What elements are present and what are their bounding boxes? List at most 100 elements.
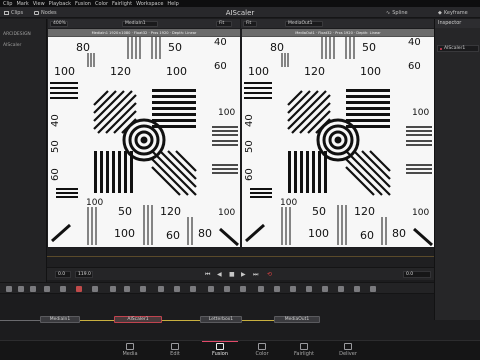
r-label-top-60: 60 [408, 61, 421, 72]
tab-color[interactable]: Color [242, 343, 282, 357]
tool-icon-7[interactable] [92, 286, 98, 292]
app-title: AIScaler [225, 9, 255, 17]
end-time-field[interactable]: 119.0 [75, 271, 93, 278]
tool-icon-9[interactable] [124, 286, 130, 292]
fairlight-page-icon [300, 343, 308, 350]
timeline-ruler[interactable] [47, 248, 434, 267]
tool-icon-11[interactable] [158, 286, 164, 292]
tool-icon-6[interactable] [76, 286, 82, 292]
node-aiscaler[interactable]: AIScaler1 [114, 316, 162, 323]
spline-button[interactable]: ∿ Spline [386, 9, 408, 16]
label-bot-100: 100 [114, 227, 135, 240]
current-time-field[interactable]: 0.0 [55, 271, 71, 278]
tool-icon-4[interactable] [44, 286, 50, 292]
left-viewer-zoom[interactable]: 400% [50, 20, 68, 27]
menu-fairlight[interactable]: Fairlight [112, 1, 132, 7]
right-viewer-name[interactable]: MediaOut1 [285, 20, 323, 27]
tool-icon-19[interactable] [290, 286, 296, 292]
tool-icon-20[interactable] [306, 286, 312, 292]
tool-icon-24[interactable] [370, 286, 376, 292]
node-mediain[interactable]: MediaIn1 [40, 316, 80, 323]
tab-fairlight-label: Fairlight [293, 351, 314, 357]
inspector-tool-tab[interactable]: AIScaler1 [437, 45, 479, 52]
tool-icon-21[interactable] [322, 286, 328, 292]
tool-icon-14[interactable] [208, 286, 214, 292]
tab-fusion-label: Fusion [212, 351, 228, 357]
tool-icon-1[interactable] [6, 286, 12, 292]
tool-icon-23[interactable] [354, 286, 360, 292]
tab-media[interactable]: Media [110, 343, 150, 357]
menu-bar: Clip Mark View Playback Fusion Color Fai… [0, 0, 480, 7]
label-bot-100c: 100 [218, 208, 235, 218]
left-panel-item[interactable]: AIScaler [3, 43, 21, 48]
menu-clip[interactable]: Clip [3, 1, 12, 7]
tool-icon-2[interactable] [18, 286, 24, 292]
r-label-top-50: 50 [362, 41, 376, 54]
tool-icon-15[interactable] [224, 286, 230, 292]
r-label-top-80: 80 [270, 41, 284, 54]
tab-edit[interactable]: Edit [155, 343, 195, 357]
r-label-bot-60: 60 [360, 229, 374, 242]
toolbar: Clips Nodes AIScaler ∿ Spline ◆ Keyframe [0, 7, 480, 18]
right-viewer-zoom[interactable]: Fit [243, 20, 257, 27]
menu-color[interactable]: Color [95, 1, 108, 7]
menu-fusion[interactable]: Fusion [75, 1, 91, 7]
menu-playback[interactable]: Playback [49, 1, 71, 7]
left-viewer[interactable]: 80 100 120 50 100 40 60 40 50 60 100 50 … [48, 37, 240, 247]
go-to-end-icon[interactable]: ⏭ [253, 271, 258, 279]
tool-icon-8[interactable] [110, 286, 116, 292]
tool-icon-10[interactable] [140, 286, 146, 292]
left-panel-header: ARCIDESIGN [3, 32, 31, 37]
r-label-mid-100: 100 [412, 108, 429, 118]
node-link-1 [80, 320, 114, 321]
node-letterbox[interactable]: Letterbox1 [200, 316, 242, 323]
frame-field[interactable]: 0.0 [403, 271, 431, 278]
right-test-chart: 80 100 120 50 100 40 60 40 50 60 100 50 … [242, 37, 434, 247]
tool-icon-17[interactable] [258, 286, 264, 292]
play-icon[interactable]: ▶ [241, 271, 246, 278]
inspector-panel: Inspector AIScaler1 [434, 19, 480, 320]
tab-fusion[interactable]: Fusion [200, 343, 240, 357]
menu-workspace[interactable]: Workspace [136, 1, 163, 7]
tool-icon-3[interactable] [30, 286, 36, 292]
label-top-100a: 100 [54, 65, 75, 78]
label-bot-60: 60 [166, 229, 180, 242]
keyframes-label: Keyframe [443, 9, 468, 16]
tool-icon-16[interactable] [240, 286, 246, 292]
play-reverse-icon[interactable]: ◀ [217, 271, 222, 278]
media-page-icon [126, 343, 134, 350]
menu-mark[interactable]: Mark [16, 1, 28, 7]
label-top-40: 40 [214, 37, 227, 48]
spline-label: Spline [392, 9, 408, 16]
keyframes-icon: ◆ [438, 9, 442, 16]
right-viewer[interactable]: 80 100 120 50 100 40 60 40 50 60 100 50 … [242, 37, 434, 247]
r-label-bot-100b: 100 [280, 198, 297, 208]
tool-icon-22[interactable] [338, 286, 344, 292]
r-label-top-120: 120 [304, 65, 325, 78]
node-link-3 [242, 320, 274, 321]
tab-fairlight[interactable]: Fairlight [284, 343, 324, 357]
r-label-top-100b: 100 [360, 65, 381, 78]
keyframes-button[interactable]: ◆ Keyframe [438, 9, 468, 16]
node-mediaout[interactable]: MediaOut1 [274, 316, 320, 323]
menu-help[interactable]: Help [167, 1, 178, 7]
menu-view[interactable]: View [33, 1, 45, 7]
tool-color-dot-icon [440, 47, 442, 50]
label-mid-100: 100 [218, 108, 235, 118]
loop-icon[interactable]: ⟲ [267, 271, 272, 278]
r-label-bot-50: 50 [312, 205, 326, 218]
label-bot-100b: 100 [86, 198, 103, 208]
tool-icon-5[interactable] [60, 286, 66, 292]
r-label-bot-80: 80 [392, 227, 406, 240]
tab-deliver[interactable]: Deliver [328, 343, 368, 357]
tab-deliver-label: Deliver [339, 351, 357, 357]
left-viewer-name[interactable]: MediaIn1 [122, 20, 158, 27]
tool-icon-12[interactable] [174, 286, 180, 292]
label-top-120: 120 [110, 65, 131, 78]
go-to-start-icon[interactable]: ⏮ [205, 271, 210, 279]
tool-icon-18[interactable] [274, 286, 280, 292]
left-viewer-fit[interactable]: Fit [216, 20, 232, 27]
stop-icon[interactable]: ■ [229, 271, 235, 278]
node-editor[interactable]: MediaIn1 AIScaler1 Letterbox1 MediaOut1 [0, 294, 434, 340]
tool-icon-13[interactable] [190, 286, 196, 292]
